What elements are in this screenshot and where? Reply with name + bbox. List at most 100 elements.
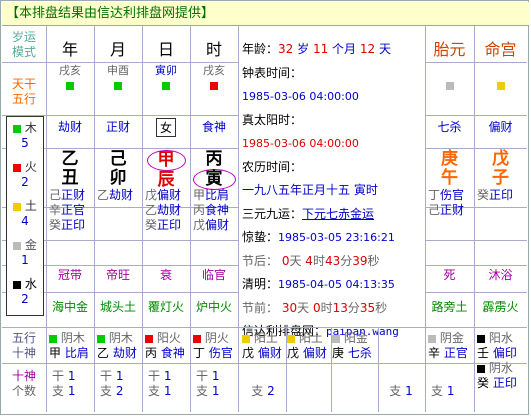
pillar-changsheng: 帝旺 <box>105 268 130 282</box>
extra-nayin-cell: 路旁土 <box>425 298 474 322</box>
pillar-canggan-shishen: 正印 <box>157 218 182 232</box>
pillar-header: 时 <box>190 36 238 59</box>
wuxing-shishen: 五行 十神 <box>2 331 46 361</box>
info-count-value: 2 <box>267 384 275 398</box>
u8: 秒 <box>375 300 388 315</box>
pillar-color-square <box>46 78 94 92</box>
pillar-header-label: 年 <box>61 40 78 59</box>
shishen-count-label: 个数 <box>11 384 36 398</box>
info-line: 钟表时间： <box>242 62 424 86</box>
pillar-canggan-stem: 癸 <box>145 218 158 232</box>
pillar-canggan-shishen: 劫财 <box>109 188 134 202</box>
day-unit: 天 <box>375 42 391 56</box>
pillar-nayin-cell: 覆灯火 <box>142 298 190 322</box>
pillar-element-square <box>114 81 122 90</box>
pillar-shishen-cell: 劫财 <box>46 118 94 142</box>
pillar-kongwang: 申酉 <box>107 64 129 77</box>
pillar-nayin-top: 申酉 <box>94 63 142 77</box>
pillar-color-square <box>94 78 142 92</box>
qingming-label: 清明： <box>242 277 279 291</box>
extra-shishen: 偏财 <box>488 120 513 134</box>
pillar-wx-shishen: 比肩 <box>61 346 89 360</box>
info-wx-2: 阳金庚 七杀 <box>330 331 376 361</box>
pillar-count: 干 1支 2 <box>94 369 142 399</box>
pillar-count-label: 支 <box>196 384 212 398</box>
extra-element-square <box>445 81 454 90</box>
element-row-0: 木5 <box>7 121 43 151</box>
extra-count-label: 支 <box>431 384 447 398</box>
pillar-nayin-cell: 海中金 <box>46 298 94 322</box>
pillar-wx-shishen: 伤官 <box>205 346 233 360</box>
pillar-wx-cell: 阳火丙 食神 <box>142 331 190 363</box>
extra-nayin-cell: 霹雳火 <box>474 298 527 322</box>
element-box: 木5 火2 土4 金1 水2 <box>6 116 44 316</box>
pillar-count-value: 1 <box>115 369 124 383</box>
pillar-count-value: 1 <box>163 369 172 383</box>
pillar-wx-cell: 阴木乙 劫财 <box>94 331 142 363</box>
month-unit: 个月 <box>328 42 360 56</box>
extra-canggan-stem: 丁 <box>428 188 441 202</box>
pillar-shishen: 劫财 <box>57 120 82 134</box>
extra-changsheng-cell: 沐浴 <box>474 266 527 290</box>
pillar-count-label: 支 <box>52 384 68 398</box>
info-wx-stem: 戊 <box>287 346 300 360</box>
pillar-nayin-top: 寅卯 <box>142 63 190 77</box>
pillar-wuxing-shishen: 阴木甲 比肩 <box>46 331 94 361</box>
extra-wx-shishen: 偏印 <box>489 346 517 360</box>
extra-header-label: 胎元 <box>433 40 466 59</box>
pillar-changsheng-cell: 冠带 <box>46 266 94 290</box>
element-name: 土 <box>21 199 37 213</box>
pillar-header-label: 日 <box>157 40 174 59</box>
mode-cell: 岁运 模式 <box>2 30 46 62</box>
extra-canggan: 丁伤官 己正财 <box>425 188 474 218</box>
pillar-nayin-top: 戌亥 <box>190 63 238 77</box>
info-line: 1985-03-06 04:00:00 <box>242 132 424 156</box>
extra-canggan-stem: 己 <box>428 203 441 217</box>
pillar-canggan-stem: 戊 <box>145 188 158 202</box>
info-count-cell-1: 支 2 <box>240 369 286 401</box>
extra-count-value: 1 <box>446 384 455 398</box>
pillar-canggan-shishen: 偏财 <box>157 188 182 202</box>
element-name: 火 <box>21 160 37 174</box>
pillar-count-label: 支 <box>100 384 116 398</box>
qingming-value: 1985-04-05 04:13:35 <box>278 278 395 291</box>
extra-color-square <box>474 78 527 92</box>
pillar-canggan: 己正财 辛正官 癸正印 <box>46 188 94 233</box>
extra-header-label: 命宫 <box>484 40 517 59</box>
element-row-2: 土4 <box>7 199 43 229</box>
extra-nayin: 霹雳火 <box>482 300 519 314</box>
info-count-value: 1 <box>405 384 413 398</box>
info-line: 真太阳时： <box>242 109 424 133</box>
jieqian-d: 30 <box>278 300 298 315</box>
pillar-wuxing-shishen: 阳火丙 食神 <box>142 331 190 361</box>
pillar-kongwang: 戌亥 <box>203 64 225 77</box>
pillar-canggan-shishen: 正官 <box>61 203 86 217</box>
pillar-gender-box: 女 <box>155 118 176 137</box>
tiangan-wuxing-label: 五行 <box>11 92 36 106</box>
extra-header: 胎元 <box>425 36 474 59</box>
info-wx-square <box>242 334 250 343</box>
yuan-value: 下元七赤金运 <box>302 206 375 221</box>
pillar-nayin-cell: 炉中火 <box>190 298 238 322</box>
pillar-header-label: 时 <box>205 40 222 59</box>
pillar-canggan-stem: 乙 <box>145 203 158 217</box>
pillar-gan: 乙 <box>61 149 79 169</box>
u7: 分 <box>347 300 360 315</box>
element-name: 金 <box>21 238 37 252</box>
grid-hline <box>425 327 527 328</box>
u6: 时 <box>320 300 333 315</box>
grid-hline <box>425 62 527 63</box>
page-title: 【本排盘结果由信达利排盘网提供】 <box>2 2 529 26</box>
pillar-changsheng: 衰 <box>159 268 172 282</box>
pillar-wx-name: 阴木 <box>105 331 133 345</box>
pillar-shishen: 食神 <box>201 120 226 134</box>
extra-header: 命宫 <box>474 36 527 59</box>
info-wx-stem: 戊 <box>242 346 255 360</box>
pillar-wx-square <box>145 334 153 343</box>
pillar-count: 干 1支 1 <box>142 369 190 399</box>
pillar-canggan-stem: 乙 <box>97 188 110 202</box>
pillar-kongwang: 寅卯 <box>155 64 177 77</box>
grid-hline <box>238 327 425 328</box>
pillar-nayin: 海中金 <box>51 300 88 314</box>
info-count-2: 支 1 <box>378 369 424 399</box>
